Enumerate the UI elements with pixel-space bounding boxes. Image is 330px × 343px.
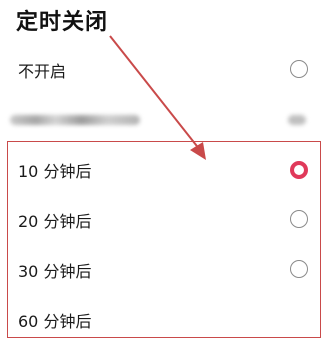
option-label: 不开启 <box>18 62 67 81</box>
radio-button[interactable] <box>290 60 308 78</box>
sleep-timer-page: 定时关闭 不开启 10 分钟后 20 分钟后 30 分钟后 60 分钟后 <box>0 0 330 343</box>
obscured-radio <box>288 115 306 125</box>
option-off[interactable]: 不开启 <box>0 46 330 94</box>
annotation-highlight-box <box>7 141 321 338</box>
option-obscured[interactable] <box>0 96 330 144</box>
page-title: 定时关闭 <box>16 10 109 35</box>
obscured-label <box>10 115 140 125</box>
